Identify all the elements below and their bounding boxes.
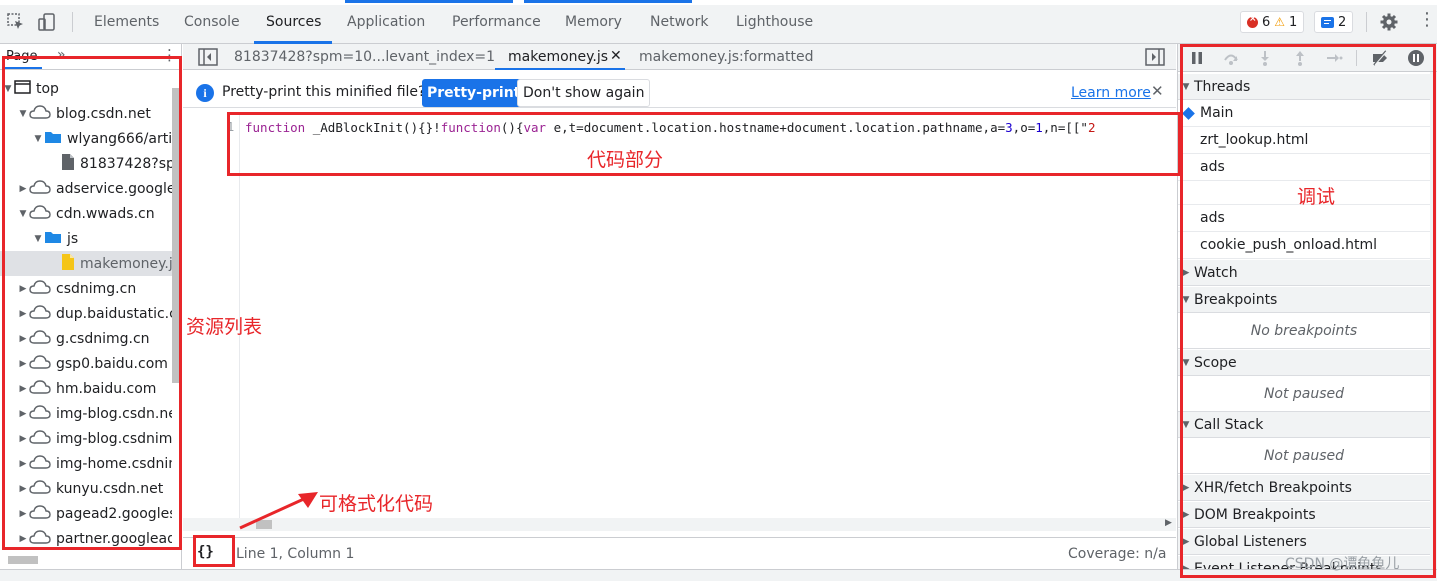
error-icon: × — [1247, 14, 1258, 28]
tab-application[interactable]: Application — [347, 14, 425, 30]
editor-tabbar: 81837428?spm=10...levant_index=1 makemon… — [183, 44, 1176, 70]
toggle-navigator-icon[interactable] — [198, 48, 218, 66]
tab-sources[interactable]: Sources — [266, 14, 321, 30]
editor-tab-makemoney[interactable]: makemoney.js — [508, 49, 608, 65]
debug-annotation-label: 调试 — [1297, 186, 1336, 208]
device-toolbar-icon[interactable] — [37, 12, 57, 32]
debug-annotation-box — [1180, 44, 1436, 578]
watermark: CSDN @谭鱼鱼儿 — [1285, 556, 1400, 572]
pretty-print-infobar: i Pretty-print this minified file? Prett… — [183, 76, 1176, 108]
info-icon: i — [196, 84, 214, 102]
close-icon[interactable]: ✕ — [1151, 82, 1164, 100]
issues-counter[interactable]: × 6 ⚠ 1 — [1240, 11, 1305, 33]
editor-statusbar: {} Line 1, Column 1 Coverage: n/a — [183, 537, 1176, 569]
warning-icon: ⚠ — [1274, 15, 1286, 29]
format-annotation-box — [193, 535, 235, 567]
editor-active-tab-indicator — [495, 68, 625, 70]
tab-memory[interactable]: Memory — [565, 14, 622, 30]
resources-annotation-box — [2, 56, 182, 550]
resources-annotation-label: 资源列表 — [186, 316, 263, 338]
learn-more-link[interactable]: Learn more — [1071, 85, 1151, 101]
editor-tab-formatted[interactable]: makemoney.js:formatted — [639, 49, 813, 65]
tab-elements[interactable]: Elements — [94, 14, 159, 30]
cursor-position: Line 1, Column 1 — [236, 546, 355, 562]
error-count: 6 — [1262, 14, 1271, 30]
coverage-status[interactable]: Coverage: n/a — [1068, 546, 1166, 562]
annotation-arrow-icon — [239, 492, 318, 530]
close-tab-icon[interactable]: ✕ — [610, 48, 622, 64]
infobar-message: Pretty-print this minified file? — [222, 84, 426, 100]
warning-count: 1 — [1289, 14, 1298, 30]
navigator-h-scrollbar[interactable] — [8, 556, 38, 564]
messages-counter[interactable]: 2 — [1314, 11, 1354, 33]
devtools-tabbar: Elements Console Sources Application Per… — [0, 0, 1437, 44]
gear-icon[interactable] — [1379, 12, 1399, 32]
code-annotation-label: 代码部分 — [587, 149, 664, 171]
message-count: 2 — [1338, 14, 1347, 30]
more-options-icon[interactable]: ⋮ — [1418, 9, 1436, 30]
inspect-element-icon[interactable] — [6, 12, 26, 32]
message-icon — [1321, 16, 1334, 28]
code-annotation-box — [227, 112, 1181, 176]
tab-lighthouse[interactable]: Lighthouse — [736, 14, 813, 30]
tab-network[interactable]: Network — [650, 14, 708, 30]
browser-tab-strip — [0, 0, 1437, 5]
editor-tab-html[interactable]: 81837428?spm=10...levant_index=1 — [234, 49, 495, 65]
format-annotation-label: 可格式化代码 — [319, 493, 434, 515]
tab-performance[interactable]: Performance — [452, 14, 541, 30]
tab-console[interactable]: Console — [184, 14, 240, 30]
pretty-print-button[interactable]: Pretty-print — [422, 79, 526, 107]
toggle-debugger-icon[interactable] — [1145, 48, 1165, 66]
editor-h-scrollbar[interactable]: ▶ — [183, 518, 1176, 531]
dont-show-again-button[interactable]: Don't show again — [517, 79, 651, 107]
